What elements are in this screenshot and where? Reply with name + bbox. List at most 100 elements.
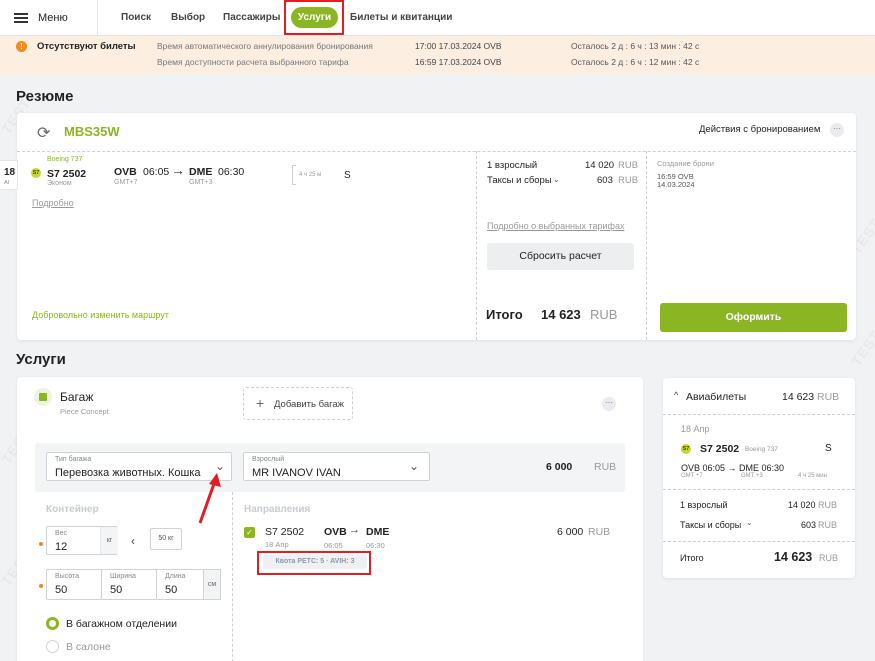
length-input[interactable]: Длина 50 (156, 569, 204, 600)
radio-cabin[interactable] (46, 640, 59, 653)
change-route-link[interactable]: Добровольно изменить маршрут (32, 310, 169, 320)
panel-aircraft: · Boeing 737 (741, 446, 778, 453)
tab-search[interactable]: Поиск (121, 12, 151, 23)
segment-departure: 06:05 (324, 541, 343, 550)
services-heading: Услуги (16, 351, 66, 368)
total-currency: RUB (590, 307, 618, 322)
menu-button[interactable]: Меню (14, 12, 68, 24)
add-baggage-label: Добавить багаж (274, 399, 345, 410)
segment-flight: S7 2502 (265, 526, 305, 538)
field-label: Вес (55, 530, 68, 537)
panel-duration: 4 ч 25 мин (798, 473, 827, 479)
flight-duration: 4 ч 25 м (299, 172, 322, 178)
panel-title[interactable]: Авиабилеты (686, 391, 746, 403)
segment-price: 6 000 (557, 526, 584, 538)
destination-code: DME (189, 166, 213, 178)
weight-input[interactable]: Вес 12 кг (46, 526, 118, 555)
more-icon[interactable]: ··· (602, 397, 616, 411)
alert-remaining: Осталось 2 д : 6 ч : 13 мин : 42 с (571, 41, 700, 51)
panel-adult-value: 14 020 (788, 500, 816, 510)
width-input[interactable]: Ширина 50 (101, 569, 157, 600)
tab-selection[interactable]: Выбор (171, 12, 205, 23)
height-input[interactable]: Высота 50 (46, 569, 102, 600)
side-day: 18 (4, 167, 16, 178)
panel-to-tz: GMT +3 (741, 473, 763, 479)
add-baggage-button[interactable]: + Добавить багаж (243, 387, 353, 420)
arrival-time: 06:30 (218, 166, 245, 178)
segment-date: 18 Апр (265, 540, 289, 549)
currency: RUB (618, 160, 639, 171)
booking-class: S (344, 170, 351, 181)
panel-route: OVB 06:05 → DME 06:30 (681, 463, 785, 473)
panel-taxes-value: 603 (801, 520, 817, 530)
chevron-down-icon[interactable]: ⌄ (553, 175, 560, 184)
panel-total-value: 14 623 (774, 550, 813, 564)
top-navigation: Меню Поиск Выбор Пассажиры Услуги Билеты… (0, 0, 875, 36)
alert-value: 16:59 17.03.2024 OVB (415, 57, 502, 67)
tab-services[interactable]: Услуги (291, 7, 338, 28)
divider (663, 541, 855, 542)
taxes-value: 603 (597, 175, 613, 186)
currency: RUB (594, 461, 617, 473)
field-value: 50 (55, 584, 68, 596)
max-weight-badge: 50 кг (150, 528, 182, 550)
currency: RUB (588, 526, 611, 538)
total-value: 14 623 (541, 307, 581, 322)
alert-banner: ! Отсутствуют билеты Время автоматическо… (0, 36, 875, 74)
radio-hold[interactable] (46, 617, 59, 630)
tab-tickets[interactable]: Билеты и квитанции (350, 12, 452, 23)
arrow-right-icon: → (171, 162, 185, 178)
segment-origin: OVB (324, 526, 347, 538)
chevron-up-icon[interactable]: ^ (674, 390, 678, 400)
adult-fare-value: 14 020 (585, 160, 615, 171)
date-side-tab[interactable]: 18 AI (0, 160, 18, 190)
required-marker (39, 584, 43, 588)
created-label: Создание брони (657, 159, 714, 168)
plus-icon: + (256, 395, 265, 411)
divider (646, 151, 647, 340)
departure-time: 06:05 (143, 166, 170, 178)
chevron-left-icon[interactable]: ‹ (131, 534, 135, 548)
field-label: Высота (55, 573, 80, 580)
side-code: AI (4, 180, 10, 186)
panel-total-label: Итого (680, 553, 704, 563)
panel-taxes-label[interactable]: Таксы и сборы (680, 520, 741, 530)
details-link[interactable]: Подробно (32, 198, 74, 208)
chevron-down-icon: ⌄ (409, 459, 420, 473)
submit-booking-button[interactable]: Оформить (660, 303, 847, 332)
field-value: 50 (165, 584, 178, 596)
alert-remaining: Осталось 2 д : 6 ч : 12 мин : 42 с (571, 57, 700, 67)
field-label: Тип багажа (55, 456, 92, 463)
field-label: Длина (165, 573, 186, 580)
baggage-card: Багаж Piece Concept + Добавить багаж ···… (17, 377, 643, 661)
alert-title: Отсутствуют билеты (37, 41, 136, 52)
panel-class: S (825, 443, 832, 454)
segment-checkbox[interactable]: ✓ (244, 527, 255, 538)
segment-destination: DME (366, 526, 390, 538)
currency: RUB (618, 175, 639, 186)
booking-actions-label[interactable]: Действия с бронированием (699, 124, 820, 135)
more-icon[interactable]: ··· (830, 123, 844, 137)
divider (663, 414, 855, 415)
chevron-down-icon[interactable]: ⌄ (746, 518, 753, 527)
radio-cabin-label[interactable]: В салоне (66, 641, 111, 653)
tariff-details-link[interactable]: Подробно о выбранных тарифах (487, 221, 624, 231)
summary-heading: Резюме (16, 88, 74, 105)
currency: RUB (817, 391, 840, 403)
taxes-label[interactable]: Таксы и сборы (487, 175, 552, 186)
alert-value: 17:00 17.03.2024 OVB (415, 41, 502, 51)
radio-hold-label[interactable]: В багажном отделении (66, 618, 177, 630)
tab-passengers[interactable]: Пассажиры (223, 12, 280, 23)
warning-icon: ! (16, 41, 27, 52)
passenger-select[interactable]: Взрослый MR IVANOV IVAN ⌄ (243, 452, 430, 481)
panel-adult-label: 1 взрослый (680, 500, 728, 510)
luggage-icon (34, 388, 52, 406)
tickets-side-panel: ^ Авиабилеты 14 623 RUB 18 Апр S7 S7 250… (663, 378, 855, 578)
refresh-icon[interactable]: ⟳ (37, 123, 50, 143)
divider (232, 492, 233, 661)
divider (17, 151, 856, 152)
flight-number: S7 2502 (47, 168, 87, 180)
divider (663, 489, 855, 490)
reset-calculation-button[interactable]: Сбросить расчет (487, 243, 634, 270)
menu-label: Меню (38, 12, 68, 24)
